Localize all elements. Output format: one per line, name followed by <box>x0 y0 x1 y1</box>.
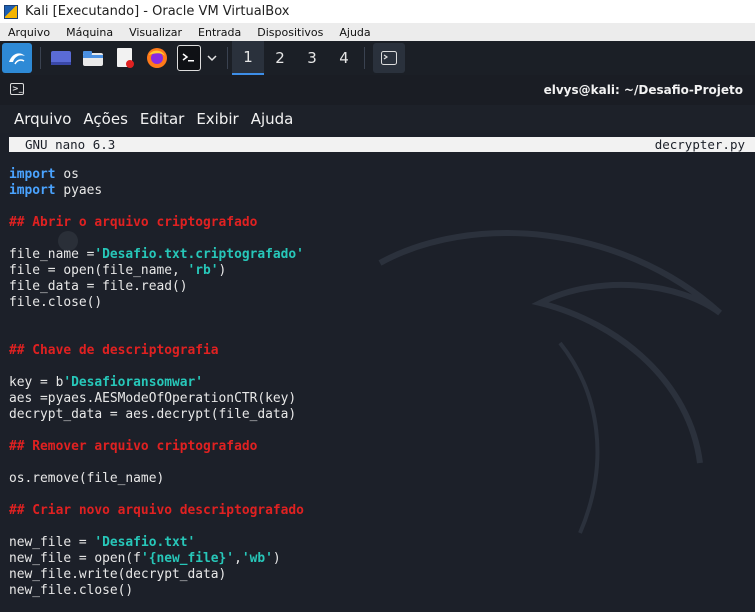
virtualbox-titlebar: Kali [Executando] - Oracle VM VirtualBox <box>0 0 755 23</box>
code-line: new_file.close() <box>9 583 749 599</box>
text-cursor <box>0 137 9 152</box>
code-line: file_data = file.read() <box>9 279 749 295</box>
code-text: aes =pyaes.AESModeOfOperationCTR(key) <box>9 391 297 406</box>
code-comment: ## Chave de descriptografia <box>9 343 219 358</box>
code-line: ## Remover arquivo criptografado <box>9 439 749 455</box>
taskbar-terminal-button[interactable] <box>373 43 405 73</box>
code-text: ) <box>218 263 227 278</box>
workspace-1[interactable]: 1 <box>232 41 264 75</box>
code-string: 'rb' <box>187 263 219 278</box>
terminal-menu-editar[interactable]: Editar <box>140 110 184 128</box>
code-string: 'Desafio.txt' <box>94 535 196 550</box>
code-text: new_file.write(decrypt_data) <box>9 567 227 582</box>
code-line: new_file = 'Desafio.txt' <box>9 535 749 551</box>
code-line: file = open(file_name, 'rb') <box>9 263 749 279</box>
code-string: '{new_file}' <box>140 551 235 566</box>
code-line: file.close() <box>9 295 749 311</box>
nano-filename: decrypter.py <box>654 137 745 152</box>
panel-separator <box>40 47 41 69</box>
terminal-menu-ajuda[interactable]: Ajuda <box>251 110 294 128</box>
code-comment: ## Remover arquivo criptografado <box>9 439 258 454</box>
code-text: new_file = <box>9 535 95 550</box>
terminal-window-icon: >_ <box>10 83 24 95</box>
code-line: key = b'Desafioransomwar' <box>9 375 749 391</box>
code-text: os.remove(file_name) <box>9 471 165 486</box>
code-text: new_file = open(f <box>9 551 141 566</box>
terminal-titlebar: >_ elvys@kali: ~/Desafio-Projeto <box>0 75 755 105</box>
workspace-3[interactable]: 3 <box>296 41 328 75</box>
workspace-4[interactable]: 4 <box>328 41 360 75</box>
menu-arquivo[interactable]: Arquivo <box>0 26 58 39</box>
code-line: file_name ='Desafio.txt.criptografado' <box>9 247 749 263</box>
code-string: 'wb' <box>241 551 273 566</box>
virtualbox-icon <box>4 4 18 19</box>
chevron-down-icon[interactable] <box>205 46 219 70</box>
menu-entrada[interactable]: Entrada <box>190 26 249 39</box>
firefox-icon[interactable] <box>145 46 169 70</box>
code-text: file = open(file_name, <box>9 263 188 278</box>
terminal-menu-acoes[interactable]: Ações <box>83 110 127 128</box>
nano-header-bar: GNU nano 6.3 decrypter.py <box>9 137 755 152</box>
terminal-menu-arquivo[interactable]: Arquivo <box>14 110 71 128</box>
code-line: import os <box>9 167 749 183</box>
show-desktop-icon[interactable] <box>49 46 73 70</box>
code-comment: ## Abrir o arquivo criptografado <box>9 215 258 230</box>
code-comment: ## Criar novo arquivo descriptografado <box>9 503 304 518</box>
terminal-icon[interactable] <box>177 45 201 71</box>
code-text: pyaes <box>55 183 103 198</box>
window-title: Kali [Executando] - Oracle VM VirtualBox <box>25 4 290 19</box>
code-text: key = b <box>9 375 64 390</box>
code-keyword: import <box>9 183 56 198</box>
text-editor-icon[interactable] <box>113 46 137 70</box>
nano-version: GNU nano 6.3 <box>25 137 116 152</box>
code-line: aes =pyaes.AESModeOfOperationCTR(key) <box>9 391 749 407</box>
code-text: ) <box>272 551 281 566</box>
file-manager-icon[interactable] <box>81 46 105 70</box>
code-text: new_file.close() <box>9 583 134 598</box>
menu-dispositivos[interactable]: Dispositivos <box>249 26 331 39</box>
editor-content[interactable]: import os import pyaes ## Abrir o arquivo … <box>9 167 749 599</box>
code-text: , <box>234 551 242 566</box>
panel-separator <box>227 47 228 69</box>
virtualbox-menubar: Arquivo Máquina Visualizar Entrada Dispo… <box>0 23 755 41</box>
terminal-menu-exibir[interactable]: Exibir <box>196 110 238 128</box>
code-line: os.remove(file_name) <box>9 471 749 487</box>
code-text: decrypt_data = aes.decrypt(file_data) <box>9 407 297 422</box>
code-line: ## Abrir o arquivo criptografado <box>9 215 749 231</box>
code-keyword: import <box>9 167 56 182</box>
panel-separator <box>364 47 365 69</box>
code-text: file_name = <box>9 247 95 262</box>
code-line: import pyaes <box>9 183 749 199</box>
kali-menu-icon[interactable] <box>2 43 32 73</box>
code-string: 'Desafio.txt.criptografado' <box>94 247 304 262</box>
menu-visualizar[interactable]: Visualizar <box>121 26 190 39</box>
terminal-menubar: Arquivo Ações Editar Exibir Ajuda <box>0 105 755 133</box>
code-string: 'Desafioransomwar' <box>63 375 204 390</box>
terminal-title: elvys@kali: ~/Desafio-Projeto <box>543 83 743 97</box>
menu-ajuda[interactable]: Ajuda <box>331 26 378 39</box>
code-line: ## Criar novo arquivo descriptografado <box>9 503 749 519</box>
code-text: file_data = file.read() <box>9 279 188 294</box>
code-text: os <box>55 167 79 182</box>
code-text: file.close() <box>9 295 103 310</box>
code-line: decrypt_data = aes.decrypt(file_data) <box>9 407 749 423</box>
workspace-2[interactable]: 2 <box>264 41 296 75</box>
menu-maquina[interactable]: Máquina <box>58 26 121 39</box>
code-line: new_file = open(f'{new_file}','wb') <box>9 551 749 567</box>
code-line: new_file.write(decrypt_data) <box>9 567 749 583</box>
kali-panel: 1 2 3 4 <box>0 41 755 75</box>
code-line: ## Chave de descriptografia <box>9 343 749 359</box>
